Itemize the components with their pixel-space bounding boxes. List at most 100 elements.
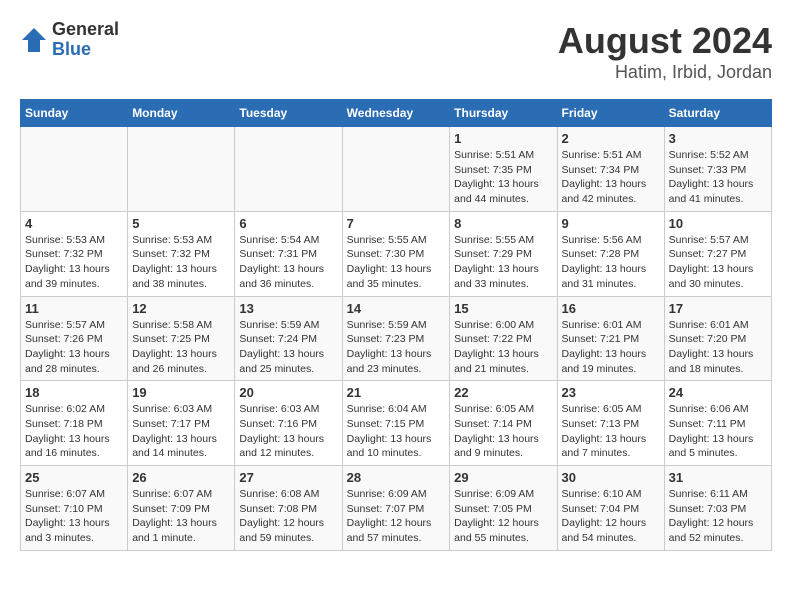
calendar-cell: 6Sunrise: 5:54 AM Sunset: 7:31 PM Daylig… [235,211,342,296]
day-number: 3 [669,131,767,146]
calendar-cell: 26Sunrise: 6:07 AM Sunset: 7:09 PM Dayli… [128,466,235,551]
day-info: Sunrise: 5:55 AM Sunset: 7:29 PM Dayligh… [454,233,552,292]
day-info: Sunrise: 5:55 AM Sunset: 7:30 PM Dayligh… [347,233,446,292]
weekday-header-sunday: Sunday [21,100,128,127]
calendar-cell: 7Sunrise: 5:55 AM Sunset: 7:30 PM Daylig… [342,211,450,296]
day-number: 6 [239,216,337,231]
day-info: Sunrise: 5:53 AM Sunset: 7:32 PM Dayligh… [132,233,230,292]
day-number: 9 [562,216,660,231]
calendar-cell: 10Sunrise: 5:57 AM Sunset: 7:27 PM Dayli… [664,211,771,296]
day-number: 25 [25,470,123,485]
calendar-cell: 28 Sunrise: 6:09 AM Sunset: 7:07 PM Dayli… [342,466,450,551]
calendar-cell: 21Sunrise: 6:04 AM Sunset: 7:15 PM Dayli… [342,381,450,466]
day-number: 18 [25,385,123,400]
day-info: Sunrise: 6:00 AM Sunset: 7:22 PM Dayligh… [454,318,552,377]
day-number: 19 [132,385,230,400]
day-info: Sunrise: 5:59 AM Sunset: 7:24 PM Dayligh… [239,318,337,377]
logo-blue: Blue [52,40,119,60]
day-number: 14 [347,301,446,316]
calendar-cell: 5 Sunrise: 5:53 AM Sunset: 7:32 PM Daylig… [128,211,235,296]
calendar-week-1: 1Sunrise: 5:51 AM Sunset: 7:35 PM Daylig… [21,127,772,212]
day-info: Sunrise: 5:57 AM Sunset: 7:26 PM Dayligh… [25,318,123,377]
day-info: Sunrise: 6:03 AM Sunset: 7:16 PM Dayligh… [239,402,337,461]
day-info: Sunrise: 5:52 AM Sunset: 7:33 PM Dayligh… [669,148,767,207]
day-info: Sunrise: 6:09 AM Sunset: 7:07 PM Dayligh… [347,487,446,546]
day-number: 13 [239,301,337,316]
calendar-cell: 20 Sunrise: 6:03 AM Sunset: 7:16 PM Dayli… [235,381,342,466]
day-number: 27 [239,470,337,485]
calendar-cell [21,127,128,212]
day-number: 30 [562,470,660,485]
logo-icon [20,26,48,54]
day-info: Sunrise: 6:10 AM Sunset: 7:04 PM Dayligh… [562,487,660,546]
page-header: General Blue August 2024 Hatim, Irbid, J… [20,20,772,83]
day-info: Sunrise: 6:03 AM Sunset: 7:17 PM Dayligh… [132,402,230,461]
day-info: Sunrise: 6:01 AM Sunset: 7:21 PM Dayligh… [562,318,660,377]
day-info: Sunrise: 6:08 AM Sunset: 7:08 PM Dayligh… [239,487,337,546]
day-info: Sunrise: 6:02 AM Sunset: 7:18 PM Dayligh… [25,402,123,461]
calendar-cell: 31Sunrise: 6:11 AM Sunset: 7:03 PM Dayli… [664,466,771,551]
day-info: Sunrise: 5:59 AM Sunset: 7:23 PM Dayligh… [347,318,446,377]
calendar-cell [128,127,235,212]
calendar-cell: 25Sunrise: 6:07 AM Sunset: 7:10 PM Dayli… [21,466,128,551]
day-info: Sunrise: 5:51 AM Sunset: 7:35 PM Dayligh… [454,148,552,207]
day-number: 12 [132,301,230,316]
calendar-week-4: 18 Sunrise: 6:02 AM Sunset: 7:18 PM Dayli… [21,381,772,466]
calendar-week-2: 4 Sunrise: 5:53 AM Sunset: 7:32 PM Daylig… [21,211,772,296]
calendar-cell: 30 Sunrise: 6:10 AM Sunset: 7:04 PM Dayli… [557,466,664,551]
calendar-cell: 9Sunrise: 5:56 AM Sunset: 7:28 PM Daylig… [557,211,664,296]
weekday-header-tuesday: Tuesday [235,100,342,127]
logo: General Blue [20,20,119,60]
day-info: Sunrise: 6:05 AM Sunset: 7:13 PM Dayligh… [562,402,660,461]
calendar-cell: 15Sunrise: 6:00 AM Sunset: 7:22 PM Dayli… [450,296,557,381]
day-number: 5 [132,216,230,231]
calendar-cell: 16 Sunrise: 6:01 AM Sunset: 7:21 PM Dayli… [557,296,664,381]
day-info: Sunrise: 5:58 AM Sunset: 7:25 PM Dayligh… [132,318,230,377]
day-number: 8 [454,216,552,231]
calendar-cell: 22 Sunrise: 6:05 AM Sunset: 7:14 PM Dayli… [450,381,557,466]
day-number: 24 [669,385,767,400]
calendar-cell: 8 Sunrise: 5:55 AM Sunset: 7:29 PM Daylig… [450,211,557,296]
day-number: 29 [454,470,552,485]
day-info: Sunrise: 5:53 AM Sunset: 7:32 PM Dayligh… [25,233,123,292]
calendar-cell: 14 Sunrise: 5:59 AM Sunset: 7:23 PM Dayli… [342,296,450,381]
weekday-header-friday: Friday [557,100,664,127]
day-number: 2 [562,131,660,146]
calendar-cell [342,127,450,212]
day-number: 17 [669,301,767,316]
day-number: 28 [347,470,446,485]
location: Hatim, Irbid, Jordan [558,62,772,83]
calendar-cell: 11Sunrise: 5:57 AM Sunset: 7:26 PM Dayli… [21,296,128,381]
calendar-cell: 4 Sunrise: 5:53 AM Sunset: 7:32 PM Daylig… [21,211,128,296]
calendar-cell: 13 Sunrise: 5:59 AM Sunset: 7:24 PM Dayli… [235,296,342,381]
logo-text: General Blue [52,20,119,60]
day-number: 21 [347,385,446,400]
calendar-cell: 29 Sunrise: 6:09 AM Sunset: 7:05 PM Dayli… [450,466,557,551]
day-info: Sunrise: 5:51 AM Sunset: 7:34 PM Dayligh… [562,148,660,207]
calendar-week-5: 25Sunrise: 6:07 AM Sunset: 7:10 PM Dayli… [21,466,772,551]
weekday-header-saturday: Saturday [664,100,771,127]
weekday-header-monday: Monday [128,100,235,127]
calendar-cell: 2 Sunrise: 5:51 AM Sunset: 7:34 PM Daylig… [557,127,664,212]
day-info: Sunrise: 6:09 AM Sunset: 7:05 PM Dayligh… [454,487,552,546]
calendar-cell: 23 Sunrise: 6:05 AM Sunset: 7:13 PM Dayli… [557,381,664,466]
day-number: 16 [562,301,660,316]
calendar-cell [235,127,342,212]
month-year: August 2024 [558,20,772,62]
day-number: 23 [562,385,660,400]
day-number: 22 [454,385,552,400]
day-number: 20 [239,385,337,400]
day-number: 4 [25,216,123,231]
calendar-cell: 24Sunrise: 6:06 AM Sunset: 7:11 PM Dayli… [664,381,771,466]
calendar-cell: 1Sunrise: 5:51 AM Sunset: 7:35 PM Daylig… [450,127,557,212]
calendar-table: SundayMondayTuesdayWednesdayThursdayFrid… [20,99,772,551]
day-info: Sunrise: 6:01 AM Sunset: 7:20 PM Dayligh… [669,318,767,377]
day-info: Sunrise: 6:11 AM Sunset: 7:03 PM Dayligh… [669,487,767,546]
day-number: 10 [669,216,767,231]
weekday-header-row: SundayMondayTuesdayWednesdayThursdayFrid… [21,100,772,127]
calendar-cell: 27 Sunrise: 6:08 AM Sunset: 7:08 PM Dayli… [235,466,342,551]
calendar-week-3: 11Sunrise: 5:57 AM Sunset: 7:26 PM Dayli… [21,296,772,381]
calendar-cell: 17 Sunrise: 6:01 AM Sunset: 7:20 PM Dayli… [664,296,771,381]
day-info: Sunrise: 6:05 AM Sunset: 7:14 PM Dayligh… [454,402,552,461]
calendar-cell: 18 Sunrise: 6:02 AM Sunset: 7:18 PM Dayli… [21,381,128,466]
